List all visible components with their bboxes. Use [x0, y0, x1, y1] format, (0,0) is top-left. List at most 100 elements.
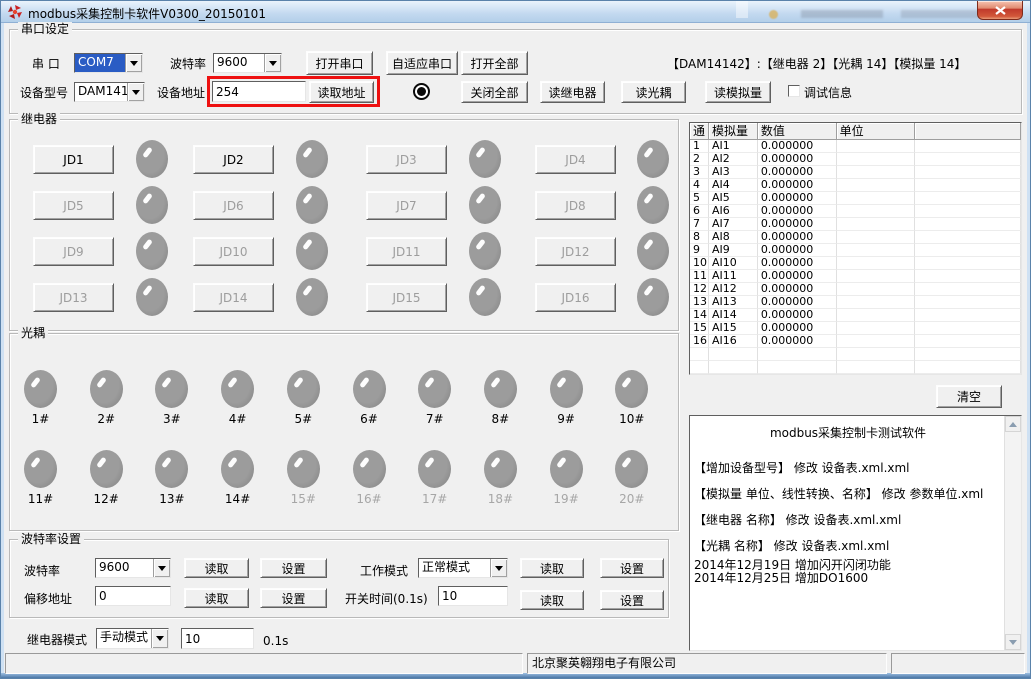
table-row[interactable]	[690, 361, 1021, 374]
relay-mode-combobox[interactable]: 手动模式	[96, 628, 169, 649]
chevron-down-icon[interactable]	[125, 54, 142, 72]
opto-label: 10#	[612, 412, 652, 426]
read-relay-button[interactable]: 读继电器	[540, 81, 605, 103]
table-header[interactable]: 数值	[758, 123, 837, 140]
table-header[interactable]: 单位	[837, 123, 916, 140]
read-address-button[interactable]: 读取地址	[309, 81, 374, 103]
open-serial-button[interactable]: 打开串口	[306, 51, 373, 75]
serial-settings-group: 串口设定 串 口 COM7 波特率 9600 打开串口 自适应串口 打开全部 【…	[9, 29, 1022, 114]
offset-addr-input[interactable]	[95, 586, 171, 606]
table-row[interactable]: 1AI10.000000	[690, 140, 1021, 153]
info-scrollbar[interactable]	[1004, 416, 1021, 650]
work-mode-label: 工作模式	[360, 564, 408, 578]
table-row[interactable]: 3AI30.000000	[690, 166, 1021, 179]
relay-indicator-orb	[469, 140, 501, 178]
relay-mode-time-input[interactable]	[181, 628, 254, 649]
close-all-button[interactable]: 关闭全部	[461, 81, 528, 103]
relay-button-jd16: JD16	[535, 283, 616, 312]
model-value: DAM14142	[75, 83, 127, 101]
relay-button-jd3: JD3	[366, 145, 447, 174]
offset-read-button[interactable]: 读取	[184, 588, 249, 608]
table-row[interactable]: 8AI80.000000	[690, 231, 1021, 244]
work-mode-combobox[interactable]: 正常模式	[418, 558, 508, 578]
work-mode-set-button[interactable]: 设置	[600, 558, 664, 578]
table-row[interactable]: 4AI40.000000	[690, 179, 1021, 192]
model-label: 设备型号	[20, 86, 68, 100]
table-row[interactable]: 13AI130.000000	[690, 296, 1021, 309]
table-row[interactable]: 12AI120.000000	[690, 283, 1021, 296]
read-opto-button[interactable]: 读光耦	[621, 81, 686, 103]
app-window: modbus采集控制卡软件V0300_20150101 串口设定 串 口 COM…	[0, 0, 1031, 679]
device-address-input[interactable]	[212, 81, 306, 102]
chevron-down-icon[interactable]	[151, 629, 168, 648]
model-combobox[interactable]: DAM14142	[74, 82, 145, 102]
opto-indicator-orb	[90, 450, 123, 488]
table-row[interactable]: 6AI60.000000	[690, 205, 1021, 218]
switch-time-read-button[interactable]: 读取	[520, 590, 584, 610]
info-panel: modbus采集控制卡测试软件 【增加设备型号】 修改 设备表.xml.xml【…	[689, 415, 1022, 651]
relay-button-jd15: JD15	[366, 283, 447, 312]
clear-button[interactable]: 清空	[936, 385, 1002, 408]
relay-button-jd5: JD5	[33, 191, 114, 220]
title-bar[interactable]: modbus采集控制卡软件V0300_20150101	[1, 1, 1030, 23]
open-all-button[interactable]: 打开全部	[461, 51, 528, 75]
baudrate-set-button[interactable]: 设置	[260, 558, 327, 578]
scroll-up-icon[interactable]	[1005, 416, 1021, 432]
table-row[interactable]: 2AI20.000000	[690, 153, 1021, 166]
relay-button-jd13: JD13	[33, 283, 114, 312]
close-button[interactable]	[977, 1, 1023, 20]
relay-indicator-orb	[637, 140, 669, 178]
opto-indicator-orb	[550, 370, 583, 408]
table-row[interactable]	[690, 348, 1021, 361]
relay-button-jd10: JD10	[193, 237, 274, 266]
baud-combobox[interactable]: 9600	[213, 53, 282, 73]
switch-time-set-button[interactable]: 设置	[600, 590, 664, 610]
table-row[interactable]: 15AI150.000000	[690, 322, 1021, 335]
table-header[interactable]	[915, 123, 1021, 140]
baudrate-label: 波特率	[24, 564, 60, 578]
work-mode-read-button[interactable]: 读取	[520, 558, 584, 578]
chevron-down-icon[interactable]	[264, 54, 281, 72]
background-window-fragment	[769, 10, 778, 19]
opto-label: 6#	[349, 412, 389, 426]
offset-set-button[interactable]: 设置	[260, 588, 327, 608]
debug-checkbox[interactable]	[788, 85, 800, 97]
port-combobox[interactable]: COM7	[74, 53, 143, 73]
opto-label: 12#	[86, 492, 126, 506]
relay-button-jd1[interactable]: JD1	[33, 145, 114, 174]
opto-group-title: 光耦	[18, 326, 48, 340]
opto-label: 19#	[546, 492, 586, 506]
table-row[interactable]: 7AI70.000000	[690, 218, 1021, 231]
table-row[interactable]: 14AI140.000000	[690, 309, 1021, 322]
opto-label: 18#	[480, 492, 520, 506]
info-changelog-line: 2014年12月25日 增加DO1600	[694, 572, 1002, 585]
table-header[interactable]: 模拟量	[709, 123, 758, 140]
status-panel-left	[5, 653, 523, 674]
baud-label: 波特率	[170, 57, 206, 71]
opto-indicator-orb	[287, 450, 320, 488]
chevron-down-icon[interactable]	[127, 83, 144, 101]
chevron-down-icon[interactable]	[490, 559, 507, 577]
auto-adapt-serial-button[interactable]: 自适应串口	[386, 51, 458, 75]
chevron-down-icon[interactable]	[153, 559, 170, 577]
scroll-down-icon[interactable]	[1005, 634, 1021, 650]
relay-mode-unit-label: 0.1s	[263, 634, 288, 648]
table-row[interactable]: 5AI50.000000	[690, 192, 1021, 205]
relay-indicator-orb	[469, 278, 501, 316]
baudrate-read-button[interactable]: 读取	[184, 558, 249, 578]
baudrate-combobox[interactable]: 9600	[95, 558, 171, 578]
table-row[interactable]: 16AI160.000000	[690, 335, 1021, 348]
opto-label: 15#	[283, 492, 323, 506]
read-analog-button[interactable]: 读模拟量	[705, 81, 771, 103]
relay-button-jd2[interactable]: JD2	[193, 145, 274, 174]
table-row[interactable]: 10AI100.000000	[690, 257, 1021, 270]
addr-label: 设备地址	[157, 86, 205, 100]
relay-indicator-orb	[469, 186, 501, 224]
table-header[interactable]: 通	[690, 123, 709, 140]
table-row[interactable]: 11AI110.000000	[690, 270, 1021, 283]
analog-table[interactable]: 通模拟量数值单位1AI10.0000002AI20.0000003AI30.00…	[689, 122, 1022, 375]
relay-button-jd7: JD7	[366, 191, 447, 220]
table-row[interactable]: 9AI90.000000	[690, 244, 1021, 257]
switch-time-input[interactable]	[438, 586, 508, 606]
opto-indicator-orb	[90, 370, 123, 408]
